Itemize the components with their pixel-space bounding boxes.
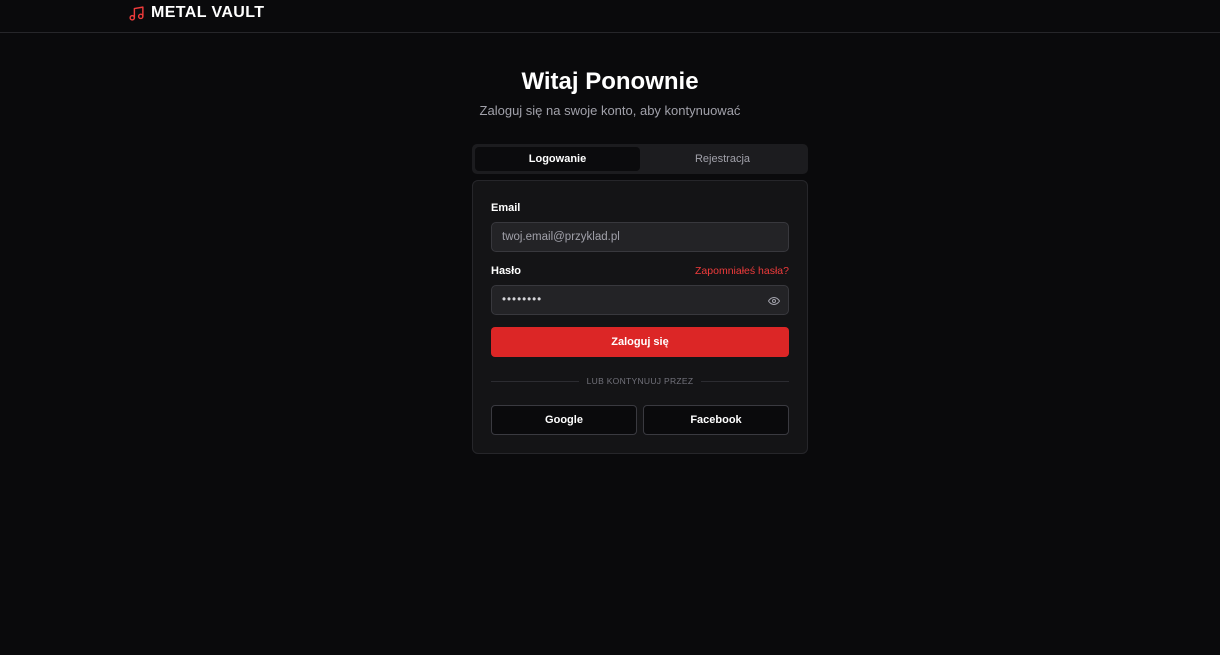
facebook-button[interactable]: Facebook: [643, 405, 789, 435]
page-subtitle: Zaloguj się na swoje konto, aby kontynuo…: [479, 103, 741, 118]
divider-line-right: [701, 380, 789, 382]
password-field[interactable]: [491, 285, 789, 315]
password-label: Hasło: [491, 265, 521, 277]
tab-login[interactable]: Logowanie: [475, 147, 640, 171]
brand-name: METAL VAULT: [151, 4, 265, 21]
login-button[interactable]: Zaloguj się: [491, 327, 789, 357]
email-label: Email: [491, 202, 521, 214]
brand-logo[interactable]: METAL VAULT: [128, 4, 264, 22]
google-button[interactable]: Google: [491, 405, 637, 435]
auth-tabs: Logowanie Rejestracja: [472, 144, 808, 174]
divider: LUB KONTYNUUJ PRZEZ: [491, 375, 789, 387]
divider-text: LUB KONTYNUUJ PRZEZ: [586, 376, 694, 386]
eye-icon[interactable]: [768, 294, 780, 306]
page-title: Witaj Ponownie: [521, 68, 699, 95]
email-field[interactable]: [491, 222, 789, 252]
login-card: Email Hasło Zapomniałeś hasła? Zaloguj s…: [472, 180, 808, 454]
music-note-icon: [128, 5, 145, 22]
tab-register[interactable]: Rejestracja: [640, 147, 805, 171]
forgot-password-link[interactable]: Zapomniałeś hasła?: [695, 265, 789, 277]
top-bar: METAL VAULT: [0, 0, 1220, 33]
divider-line-left: [491, 380, 579, 382]
